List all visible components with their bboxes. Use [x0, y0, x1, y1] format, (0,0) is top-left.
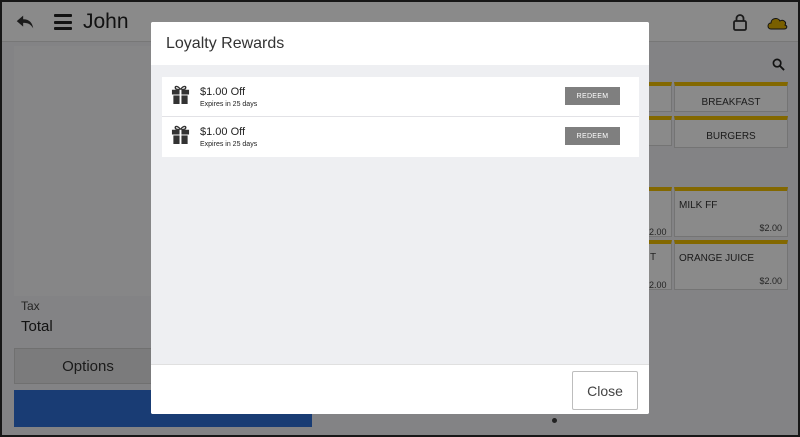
dialog-header: Loyalty Rewards	[151, 22, 649, 65]
page-indicator-dot	[552, 418, 557, 423]
loyalty-rewards-dialog: Loyalty Rewards $1.00 Off Expires in 25 …	[151, 22, 649, 414]
redeem-button[interactable]: REDEEM	[565, 127, 620, 145]
reward-title: $1.00 Off	[200, 126, 246, 138]
reward-row: $1.00 Off Expires in 25 days REDEEM	[162, 77, 639, 117]
gift-icon	[171, 85, 190, 104]
close-button[interactable]: Close	[572, 371, 638, 410]
dialog-title: Loyalty Rewards	[166, 35, 285, 52]
redeem-button[interactable]: REDEEM	[565, 87, 620, 105]
reward-expiry: Expires in 25 days	[200, 101, 258, 108]
reward-title: $1.00 Off	[200, 86, 246, 98]
reward-list: $1.00 Off Expires in 25 days REDEEM $1.0…	[162, 77, 639, 157]
dialog-body: $1.00 Off Expires in 25 days REDEEM $1.0…	[151, 65, 649, 364]
reward-row: $1.00 Off Expires in 25 days REDEEM	[162, 117, 639, 157]
gift-icon	[171, 125, 190, 144]
dialog-footer: Close	[151, 364, 649, 414]
reward-expiry: Expires in 25 days	[200, 141, 258, 148]
